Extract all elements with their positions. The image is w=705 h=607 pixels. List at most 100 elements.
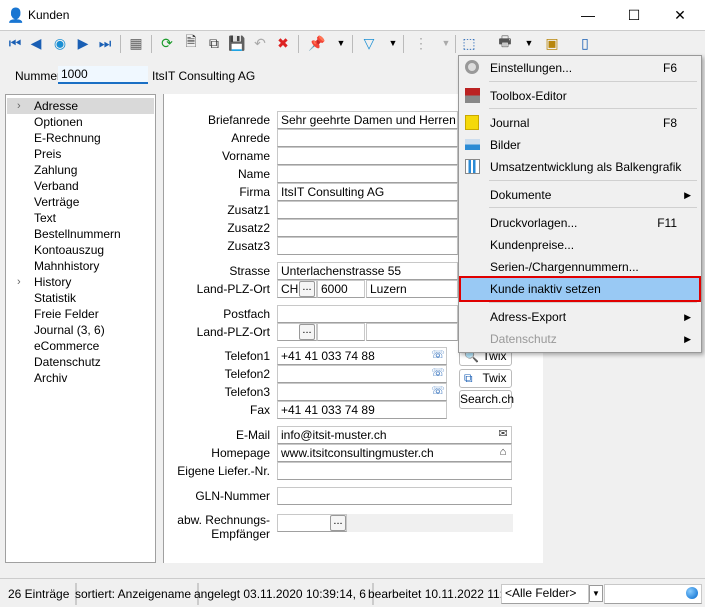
field-select-dropdown[interactable]: ▼ [589,585,603,602]
menu-item[interactable]: Druckvorlagen... F11 [461,212,699,234]
anrede-input[interactable] [277,129,458,147]
close-button[interactable]: ✕ [657,0,703,30]
zusatz2-label: Zusatz2 [227,221,270,235]
sidebar-item[interactable]: › Adresse [7,98,154,114]
sidebar-item[interactable]: Freie Felder [7,306,154,322]
menu-item-label: Serien-/Chargennummern... [490,260,639,274]
menu-item[interactable]: Journal F8 [461,112,699,134]
homepage-input[interactable]: www.itsitconsultingmuster.ch [277,444,512,462]
expand-arrow-icon[interactable]: › [17,98,21,114]
menu-item[interactable]: Dokumente ▶ [461,184,699,206]
sidebar-item[interactable]: Zahlung [7,162,154,178]
door-icon[interactable]: ▯ [576,34,594,52]
zusatz1-input[interactable] [277,201,458,219]
land_plz_ort2-plz-input[interactable] [317,323,365,341]
pin-dropdown-icon[interactable]: ▼ [332,34,350,52]
telefon2-input[interactable] [277,365,447,383]
phone-icon[interactable]: ☏ [430,348,446,363]
copy-icon[interactable]: ⧉ [205,34,223,52]
menu-item-label: Journal [490,116,530,130]
pin-icon[interactable]: 📌 [308,34,326,52]
liefer_nr-input[interactable] [277,462,512,480]
sidebar-item[interactable]: eCommerce [7,338,154,354]
browse-button[interactable]: ... [299,324,315,340]
land_plz_ort2-label: Land-PLZ-Ort [196,325,270,339]
twix-copy-button[interactable]: ⧉ Twix [459,369,512,388]
filter-icon[interactable]: ▽ [360,34,378,52]
save-icon[interactable]: 💾 [228,34,246,52]
delete-icon[interactable]: ✖ [274,34,292,52]
menu-item[interactable]: Umsatzentwicklung als Balkengrafik [461,156,699,178]
menu-item[interactable]: Serien-/Chargennummern... [461,256,699,278]
sidebar-item[interactable]: Statistik [7,290,154,306]
firma-input[interactable]: ItsIT Consulting AG [277,183,458,201]
book-icon[interactable]: ▣ [543,34,561,52]
zusatz3-input[interactable] [277,237,458,255]
name-input[interactable] [277,165,458,183]
tree-dropdown-icon[interactable]: ▼ [437,34,455,52]
grid-icon[interactable]: ▦ [127,34,145,52]
sidebar-item[interactable]: › History [7,274,154,290]
land_plz_ort-plz-input[interactable]: 6000 [317,280,365,298]
menu-item[interactable]: Kundenpreise... [461,234,699,256]
fax-input[interactable]: +41 41 033 74 89 [277,401,447,419]
menu-item[interactable]: Kunde inaktiv setzen [459,276,701,302]
zusatz2-input[interactable] [277,219,458,237]
new-record-icon[interactable]: 🗎 [182,33,200,52]
undo-icon[interactable]: ↶ [251,34,269,52]
sidebar-item[interactable]: Datenschutz [7,354,154,370]
last-icon[interactable]: ⏭ [96,34,114,52]
search-ch-button[interactable]: Search.ch [459,390,514,409]
sidebar-item[interactable]: Journal (3, 6) [7,322,154,338]
telefon3-input[interactable] [277,383,447,401]
strasse-input[interactable]: Unterlachenstrasse 55 [277,262,458,280]
sidebar-item-label: Datenschutz [34,355,101,369]
sidebar-item[interactable]: Optionen [7,114,154,130]
sidebar-item[interactable]: E-Rechnung [7,130,154,146]
sidebar-item[interactable]: Verträge [7,194,154,210]
email-icon[interactable]: ✉ [495,427,511,442]
filter-dropdown-icon[interactable]: ▼ [384,34,402,52]
rechnungsempfaenger-browse-button[interactable]: ... [330,515,346,531]
print-icon[interactable]: 🖶 [496,33,514,52]
field-select[interactable]: <Alle Felder> [501,584,589,604]
sidebar-item-label: Mahnhistory [34,259,100,273]
menu-item[interactable]: Bilder [461,134,699,156]
menu-item[interactable]: Toolbox-Editor [461,85,699,107]
prev-icon[interactable]: ◀ [27,34,45,52]
briefanrede-input[interactable]: Sehr geehrte Damen und Herren [277,111,458,129]
sidebar-item[interactable]: Text [7,210,154,226]
telefon1-input[interactable]: +41 41 033 74 88 [277,347,447,365]
menu-item[interactable]: Adress-Export ▶ [461,306,699,328]
first-icon[interactable]: ⏮ [6,34,24,52]
tree-icon[interactable]: ⋮ [412,34,430,52]
postfach-input[interactable] [277,305,458,323]
gln-input[interactable] [277,487,512,505]
refresh-circle-icon[interactable]: ◉ [51,34,69,52]
sidebar-item[interactable]: Mahnhistory [7,258,154,274]
phone-icon[interactable]: ☏ [430,384,446,399]
vorname-input[interactable] [277,147,458,165]
browse-button[interactable]: ... [299,281,315,297]
print-dropdown-icon[interactable]: ▼ [520,34,538,52]
sidebar-item[interactable]: Preis [7,146,154,162]
phone-icon[interactable]: ☏ [430,366,446,381]
nummer-input[interactable] [58,66,148,84]
land_plz_ort-ort-input[interactable]: Luzern [366,280,458,298]
maximize-button[interactable]: ☐ [611,0,657,30]
context-menu-icon[interactable]: ⬚ [460,34,478,52]
company-name: ItsIT Consulting AG [152,69,256,83]
minimize-button[interactable]: — [565,0,611,30]
sidebar-item[interactable]: Kontoauszug [7,242,154,258]
sidebar-item[interactable]: Archiv [7,370,154,386]
search-go-icon[interactable] [686,587,698,599]
next-icon[interactable]: ▶ [74,34,92,52]
refresh-icon[interactable]: ⟳ [158,34,176,52]
home-icon[interactable]: ⌂ [495,445,511,460]
email-input[interactable]: info@itsit-muster.ch [277,426,512,444]
sidebar-item[interactable]: Bestellnummern [7,226,154,242]
land_plz_ort2-ort-input[interactable] [366,323,458,341]
sidebar-item[interactable]: Verband [7,178,154,194]
expand-arrow-icon[interactable]: › [17,274,21,290]
menu-item[interactable]: Einstellungen... F6 [461,57,699,79]
